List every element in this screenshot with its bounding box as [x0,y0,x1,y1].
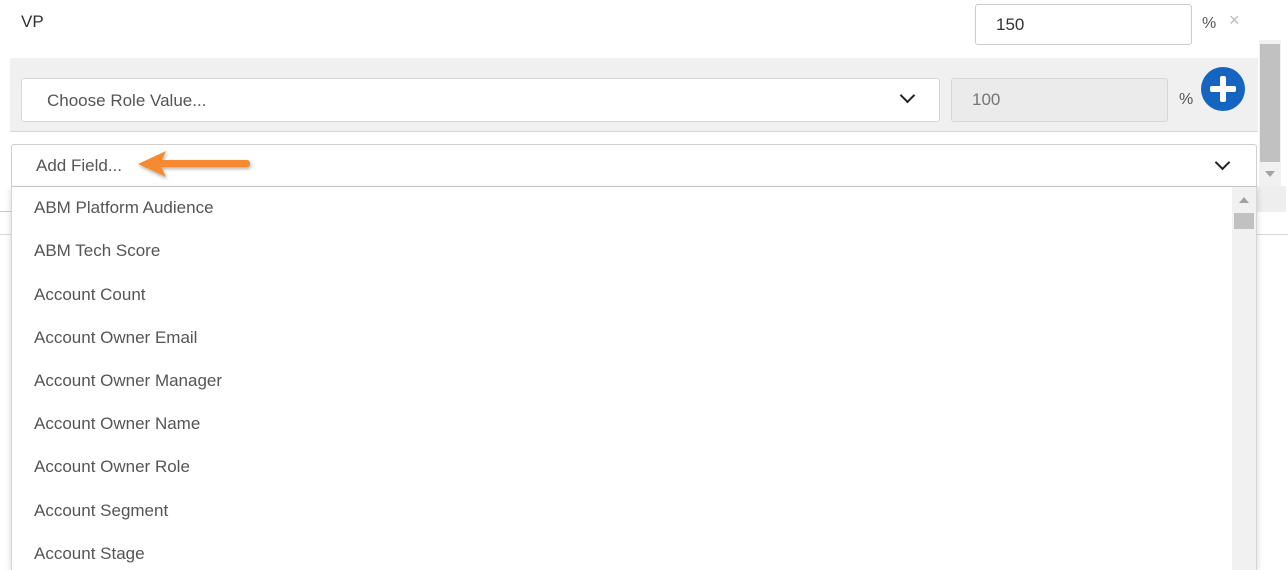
choose-role-value-placeholder: Choose Role Value... [47,91,207,110]
chevron-down-icon [1214,154,1231,171]
vp-label: VP [21,12,44,31]
list-item[interactable]: ABM Tech Score [34,241,160,261]
role-percent-sign: % [1179,91,1194,108]
scrollbar-gutter [1256,186,1286,212]
list-item[interactable]: Account Stage [34,544,145,564]
plus-circle-icon[interactable] [1201,67,1245,111]
vp-row: VP % × [0,0,1258,58]
vp-percent-input[interactable] [975,4,1192,45]
add-field-dropdown: ABM Platform Audience ABM Tech Score Acc… [11,187,1257,570]
list-item[interactable]: ABM Platform Audience [34,198,214,218]
role-value-row: Choose Role Value... % [10,58,1258,132]
list-item[interactable]: Account Owner Name [34,414,200,434]
add-field-placeholder: Add Field... [36,156,122,175]
scrollbar-thumb[interactable] [1234,213,1254,229]
page-scrollbar[interactable] [1259,40,1281,186]
list-item[interactable]: Account Owner Manager [34,371,222,391]
list-item[interactable]: Account Count [34,285,146,305]
close-icon[interactable]: × [1229,10,1240,31]
choose-role-value-select[interactable]: Choose Role Value... [21,78,940,122]
dropdown-scrollbar[interactable] [1232,187,1256,570]
scroll-up-icon[interactable] [1239,197,1249,203]
list-item[interactable]: Account Owner Role [34,457,190,477]
vp-percent-sign: % [1202,15,1217,32]
scroll-down-icon[interactable] [1265,171,1275,177]
role-percent-input[interactable] [951,78,1168,122]
chevron-down-icon [899,87,916,104]
annotation-arrow-icon [138,151,250,177]
list-item[interactable]: Account Owner Email [34,328,197,348]
scrollbar-thumb[interactable] [1260,44,1280,162]
list-item[interactable]: Account Segment [34,501,168,521]
